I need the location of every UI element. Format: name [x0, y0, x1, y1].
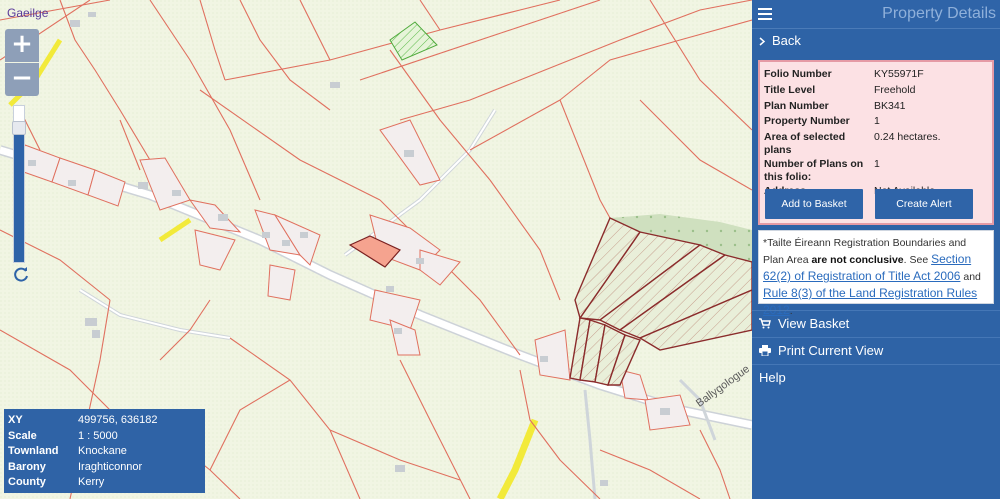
detail-value: 1 — [874, 157, 880, 170]
info-key: Townland — [8, 445, 59, 457]
info-value: 1 : 5000 — [78, 429, 118, 442]
create-alert-button[interactable]: Create Alert — [875, 189, 973, 219]
notice-text: . See — [903, 254, 932, 266]
chevron-right-icon — [759, 37, 766, 46]
detail-row: Folio Number KY55971F — [764, 67, 988, 83]
notice-bold: are not conclusive — [811, 254, 904, 266]
detail-value: Freehold — [874, 83, 916, 96]
zoom-out-button[interactable]: − — [5, 63, 39, 96]
sidebar-title: Property Details — [882, 5, 996, 22]
info-value: Kerry — [78, 476, 105, 488]
detail-actions: Add to Basket Create Alert — [764, 189, 986, 220]
info-key: County — [8, 476, 46, 488]
info-row: Barony Iraghticonnor — [8, 460, 201, 476]
zoom-control: + − — [5, 29, 39, 96]
info-row: Townland Knockane — [8, 444, 201, 460]
back-label: Back — [772, 33, 801, 48]
info-key: XY — [8, 414, 23, 426]
property-details-box: Folio Number KY55971F Title Level Freeho… — [758, 60, 994, 225]
info-value: Iraghticonnor — [78, 460, 143, 473]
property-sidebar: Property Details Back Folio Number KY559… — [752, 0, 1000, 499]
detail-key: Folio Number — [764, 68, 832, 81]
info-row: Scale 1 : 5000 — [8, 429, 201, 445]
detail-value: KY55971F — [874, 68, 924, 81]
view-basket-label: View Basket — [778, 316, 850, 331]
detail-key: Area of selected plans — [764, 130, 846, 156]
info-key: Scale — [8, 429, 37, 442]
info-row: County Kerry — [8, 475, 201, 491]
language-link[interactable]: Gaeilge — [7, 6, 48, 20]
zoom-in-button[interactable]: + — [5, 29, 39, 62]
zoom-slider[interactable] — [12, 105, 26, 263]
detail-key: Number of Plans on this folio: — [764, 157, 864, 183]
detail-value: 1 — [874, 115, 880, 128]
print-view-label: Print Current View — [778, 343, 884, 358]
refresh-icon[interactable] — [12, 265, 30, 283]
sidebar-header: Property Details — [752, 0, 1000, 29]
detail-row: Number of Plans on this folio: 1 — [764, 156, 988, 183]
info-row: XY 499756, 636182 — [8, 413, 201, 429]
info-key: Barony — [8, 460, 46, 473]
print-view-button[interactable]: Print Current View — [752, 337, 1000, 362]
location-info-panel: XY 499756, 636182 Scale 1 : 5000 Townlan… — [4, 409, 205, 493]
info-value: Knockane — [78, 445, 127, 457]
help-button[interactable]: Help — [752, 364, 1000, 389]
info-value: 499756, 636182 — [78, 414, 158, 426]
back-button[interactable]: Back — [752, 30, 1000, 54]
detail-row: Property Number 1 — [764, 114, 988, 130]
detail-key: Title Level — [764, 83, 816, 96]
map-view[interactable]: Gaeilge + − Ballygologue XY 499756, 6361… — [0, 0, 752, 499]
detail-value: BK341 — [874, 99, 906, 112]
disclaimer-notice: *Tailte Éireann Registration Boundaries … — [758, 230, 994, 317]
detail-key: Plan Number — [764, 99, 829, 112]
detail-row: Title Level Freehold — [764, 83, 988, 99]
detail-key: Property Number — [764, 115, 850, 128]
detail-row: Area of selected plans 0.24 hectares. — [764, 129, 988, 156]
notice-text: and — [960, 271, 981, 283]
hamburger-menu-icon[interactable] — [758, 8, 772, 20]
view-basket-button[interactable]: View Basket — [752, 310, 1000, 335]
add-to-basket-button[interactable]: Add to Basket — [765, 189, 863, 219]
zoom-slider-handle[interactable] — [12, 121, 26, 135]
detail-value: 0.24 hectares. — [874, 130, 941, 143]
detail-row: Plan Number BK341 — [764, 98, 988, 114]
printer-icon — [759, 345, 771, 356]
zoom-slider-fill — [14, 128, 24, 262]
cart-icon — [759, 318, 771, 329]
